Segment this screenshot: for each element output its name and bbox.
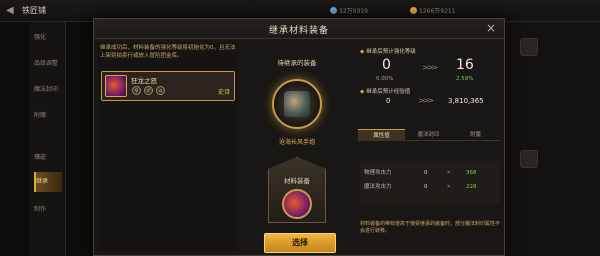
- arrow-right-icon: »: [447, 183, 451, 190]
- weapon-icon: [105, 75, 127, 97]
- screen-title: 铁匠铺: [22, 6, 46, 15]
- arrow-right-icon: »: [447, 169, 451, 176]
- inherit-preview-panel: ◆ 继承后预计强化等级 0 0.00% >>> 16 2.59% ◆ 继承后预计经验…: [356, 43, 502, 251]
- stat-from: 0: [424, 170, 428, 176]
- target-equipment-slot[interactable]: [272, 79, 322, 129]
- preview-tabs: 属性值 魔法封印 附魔: [358, 129, 500, 141]
- exp-from: 0: [386, 97, 391, 105]
- inherit-material-dialog: 继承材料装备 × 继承成功后，材料装备的强化等级将初始化为0，且无法上架到拍卖行…: [93, 18, 505, 256]
- dialog-title: 继承材料装备: [268, 26, 329, 36]
- rarity-label: 史诗: [217, 89, 230, 96]
- stat-row: 物理攻击力 0 » 368: [360, 167, 500, 179]
- inherit-center-panel: 待继承的装备 沧海长风手炮 材料装备: [242, 43, 352, 251]
- select-button[interactable]: 选择: [264, 233, 336, 253]
- tab-attributes[interactable]: 属性值: [358, 129, 405, 141]
- seal-transfer-note: 材料装备的稀有度高于接受继承的装备时，部分魔法封印属性不会进行转移。: [360, 221, 501, 234]
- coin-icon: [330, 7, 337, 14]
- target-equipment-name: 沧海长风手炮: [278, 139, 315, 146]
- close-icon[interactable]: ×: [486, 21, 496, 35]
- material-item-card[interactable]: 狂龙之怒 ♀ ♂ ⌂ 史诗: [101, 71, 235, 101]
- sidebar-item-enchant[interactable]: 附魔: [34, 106, 62, 126]
- background-panel: [504, 22, 600, 256]
- stat-row: 魔法攻击力 0 » 228: [360, 181, 500, 193]
- tag-icon: ⌂: [156, 86, 165, 95]
- arrow-right-icon: >>>: [418, 96, 434, 105]
- inherit-notice: 继承成功后，材料装备的强化等级将初始化为0，且无法上架到拍卖行或放入冒险团金库。: [100, 45, 236, 59]
- stats-table: 物理攻击力 0 » 368 魔法攻击力 0 » 228: [360, 161, 500, 203]
- material-equipment-label: 材料装备: [284, 177, 310, 185]
- arrow-right-icon: >>>: [422, 63, 438, 72]
- side-button-icon[interactable]: [520, 150, 538, 168]
- back-arrow-icon[interactable]: ◀: [6, 5, 18, 17]
- level-to-pct: 2.59%: [456, 76, 474, 82]
- sidebar-item-enhance[interactable]: 强化: [34, 28, 62, 48]
- sidebar-item-inherit[interactable]: 继承: [34, 172, 62, 192]
- tab-enchant[interactable]: 附魔: [452, 129, 499, 141]
- tag-icon: ♀: [132, 86, 141, 95]
- tag-icon: ♂: [144, 86, 153, 95]
- sidebar-item-seal[interactable]: 魔法封印: [34, 80, 62, 100]
- stat-name: 魔法攻击力: [364, 184, 392, 190]
- currency-1: 32万0319: [330, 6, 368, 15]
- level-from-pct: 0.00%: [376, 76, 394, 82]
- gold-icon: [410, 7, 417, 14]
- stat-to: 368: [466, 170, 477, 176]
- dialog-header: 继承材料装备 ×: [94, 19, 504, 39]
- target-equipment-label: 待继承的装备: [277, 59, 317, 67]
- item-name: 狂龙之怒: [131, 77, 157, 85]
- sidebar-item-craft[interactable]: 制作: [34, 200, 62, 220]
- stat-to: 228: [466, 184, 477, 190]
- hand-cannon-icon: [284, 91, 310, 117]
- sidebar-item-socket[interactable]: 镶嵌: [34, 148, 62, 168]
- level-from: 0: [382, 57, 391, 73]
- side-button-icon[interactable]: [520, 38, 538, 56]
- tab-magic-seal[interactable]: 魔法封印: [405, 129, 452, 141]
- level-to: 16: [456, 57, 474, 73]
- level-preview-label: ◆ 继承后预计强化等级: [360, 49, 416, 55]
- exp-preview-label: ◆ 继承后预计经验值: [360, 89, 411, 95]
- stat-name: 物理攻击力: [364, 170, 392, 176]
- exp-to: 3,810,365: [448, 97, 484, 105]
- stat-from: 0: [424, 184, 428, 190]
- currency-2: 1266万9211: [410, 6, 456, 15]
- sidebar-item-grade[interactable]: 品级调整: [34, 54, 62, 74]
- material-weapon-icon[interactable]: [282, 189, 312, 219]
